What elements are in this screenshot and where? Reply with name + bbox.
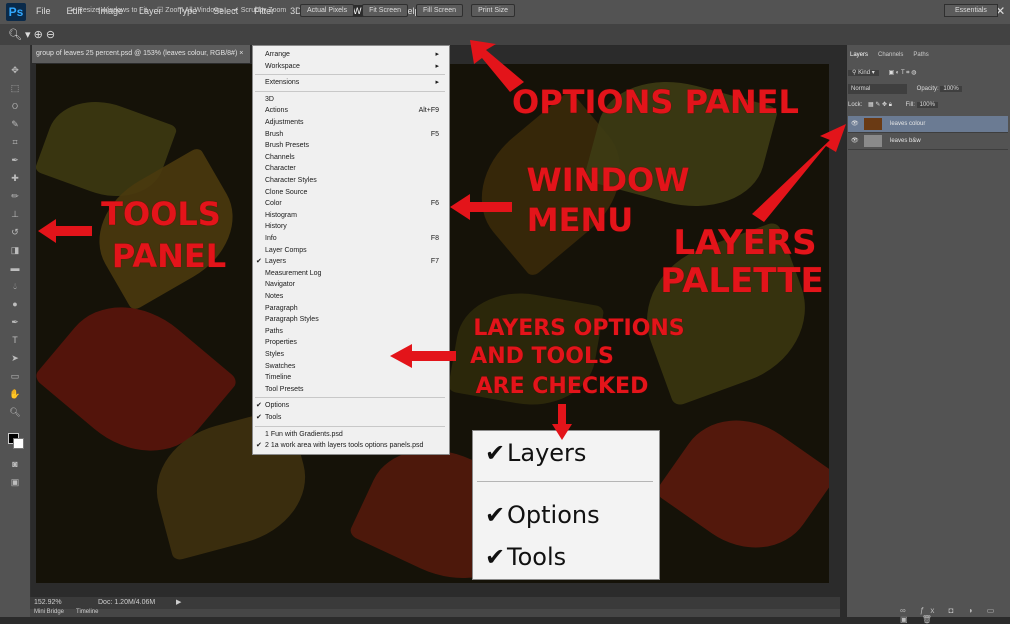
annotation-window-menu-1: WINDOW bbox=[526, 161, 690, 199]
arrow-down-to-inset bbox=[552, 404, 572, 440]
annotation-tools-panel-1: TOOLS bbox=[101, 195, 221, 233]
annotation-checked-2: AND TOOLS bbox=[470, 344, 614, 369]
annotation-layers-palette-2: PALETTE bbox=[660, 261, 824, 301]
arrow-window-menu bbox=[450, 194, 512, 220]
annotation-tools-panel-2: PANEL bbox=[111, 237, 227, 275]
annotation-layers-palette-1: LAYERS bbox=[673, 223, 817, 263]
annotation-checked-1: LAYERS OPTIONS bbox=[473, 316, 685, 341]
annotation-checked-3: ARE CHECKED bbox=[475, 374, 649, 399]
annotation-window-menu-2: MENU bbox=[526, 201, 634, 239]
arrow-layers-palette bbox=[752, 124, 846, 222]
arrow-tools-panel bbox=[38, 219, 92, 243]
arrow-checked bbox=[390, 344, 456, 368]
annotation-options-panel: OPTIONS PANEL bbox=[512, 83, 799, 121]
annotation-arrows bbox=[38, 40, 846, 440]
